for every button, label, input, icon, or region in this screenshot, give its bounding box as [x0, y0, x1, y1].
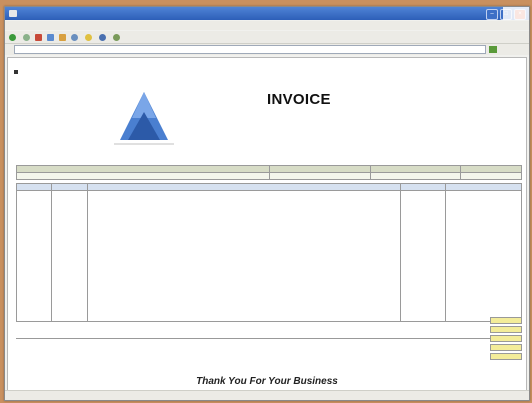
stop-button[interactable]	[35, 33, 42, 41]
address-input[interactable]	[14, 45, 486, 54]
items-table	[15, 183, 522, 322]
history-button[interactable]	[113, 33, 120, 41]
thank-you-message: Thank You For Your Business	[196, 376, 338, 387]
back-icon	[9, 33, 16, 41]
totals-row	[440, 352, 522, 361]
table-row	[15, 190, 522, 322]
media-icon	[99, 33, 106, 41]
menu-bar	[5, 21, 529, 30]
totals-block	[440, 316, 522, 361]
corner-overlay	[503, 7, 529, 20]
browser-window: – □ × I	[4, 6, 530, 401]
forward-icon	[23, 33, 30, 41]
search-button[interactable]	[71, 33, 80, 41]
totals-row	[440, 325, 522, 334]
search-icon	[71, 33, 78, 41]
forward-button[interactable]	[23, 33, 30, 41]
totals-row	[440, 343, 522, 352]
history-icon	[113, 33, 120, 41]
toolbar	[5, 31, 529, 44]
items-table-header	[15, 183, 522, 191]
status-bar	[5, 390, 529, 400]
invoice-title: INVOICE	[267, 91, 331, 108]
favorites-icon	[85, 33, 92, 41]
totals-row	[440, 334, 522, 343]
home-icon	[59, 33, 66, 41]
page-content: INVOICE Thank You For Your Business	[7, 57, 527, 392]
home-button[interactable]	[59, 33, 66, 41]
totals-row	[440, 316, 522, 325]
customer-table-header	[16, 165, 522, 173]
refresh-icon	[47, 33, 54, 41]
section-title	[14, 70, 21, 74]
refresh-button[interactable]	[47, 33, 54, 41]
customer-table	[16, 165, 522, 180]
address-bar	[5, 44, 529, 55]
minimize-button[interactable]: –	[486, 9, 498, 20]
customer-table-row	[16, 172, 522, 180]
app-icon	[9, 10, 17, 17]
media-button[interactable]	[99, 33, 108, 41]
stop-icon	[35, 33, 42, 41]
bullet-icon	[14, 70, 18, 74]
title-bar[interactable]: – □ ×	[5, 7, 529, 20]
favorites-button[interactable]	[85, 33, 94, 41]
company-logo	[114, 92, 174, 145]
back-button[interactable]	[9, 33, 18, 41]
go-button[interactable]	[489, 46, 497, 53]
